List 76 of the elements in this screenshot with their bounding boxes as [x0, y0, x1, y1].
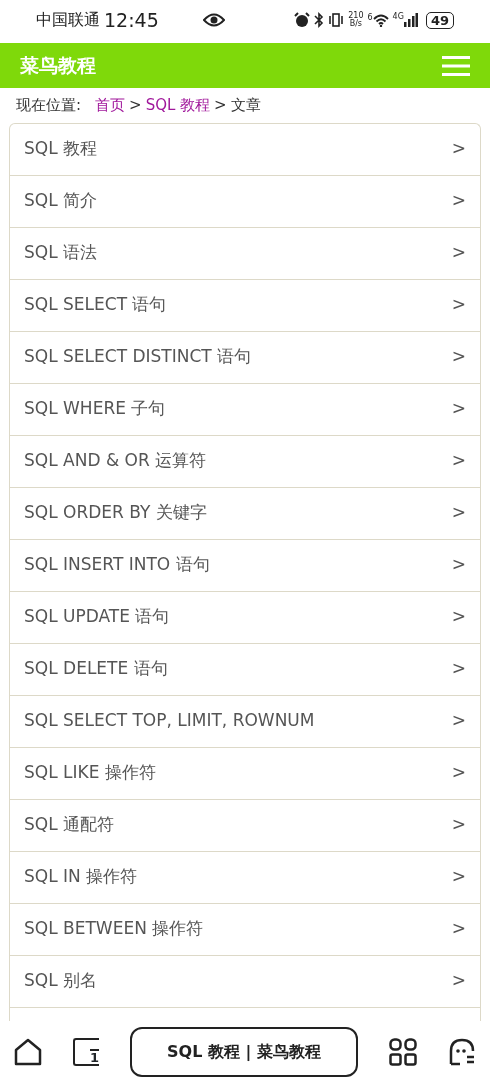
signal-icon — [403, 13, 418, 27]
clock-time: 12:45 — [104, 7, 159, 33]
chevron: > — [451, 813, 466, 837]
breadcrumb-separator: > — [129, 95, 142, 116]
chevron: > — [451, 761, 466, 785]
breadcrumb-link[interactable]: SQL 教程 — [145, 94, 211, 117]
menu-item-label: SQL SELECT TOP, LIMIT, ROWNUM — [24, 709, 315, 733]
menu-item-label: SQL 语法 — [24, 241, 98, 265]
menu-item-label: SQL LIKE 操作符 — [24, 761, 156, 785]
chevron: > — [451, 501, 466, 525]
menu-item-label: SQL IN 操作符 — [24, 865, 138, 889]
chevron: > — [451, 345, 466, 369]
menu-item[interactable]: SQL 别名 > — [10, 955, 480, 1008]
menu-item[interactable]: SQL SELECT DISTINCT 语句 > — [10, 331, 480, 384]
menu-item-label: SQL WHERE 子句 — [24, 397, 166, 421]
menu-item[interactable]: SQL WHERE 子句 > — [10, 383, 480, 436]
menu-item-label: SQL 简介 — [24, 189, 98, 213]
alarm-icon — [294, 12, 311, 28]
menu-item[interactable]: SQL SELECT 语句 > — [10, 279, 480, 332]
breadcrumb-label: 现在位置: — [16, 95, 82, 116]
chevron: > — [451, 969, 466, 993]
chevron: > — [451, 449, 466, 473]
speed-unit: B/s — [348, 20, 364, 28]
grid-icon[interactable] — [389, 1038, 417, 1066]
menu-item[interactable]: SQL 通配符 > — [10, 799, 480, 852]
menu-item-label: SQL UPDATE 语句 — [24, 605, 170, 629]
menu-item-label: SQL 通配符 — [24, 813, 115, 837]
tab-count: 1 — [89, 1049, 99, 1064]
chevron: > — [451, 657, 466, 681]
chevron: > — [451, 241, 466, 265]
menu-item[interactable]: SQL UPDATE 语句 > — [10, 591, 480, 644]
speed-value: 210 — [348, 12, 364, 20]
chevron: > — [451, 865, 466, 889]
menu-item[interactable]: SQL 简介 > — [10, 175, 480, 228]
wifi-icon — [372, 13, 389, 27]
home-icon[interactable] — [14, 1038, 42, 1066]
battery-level: 49 — [425, 11, 454, 29]
vibrate-icon — [328, 13, 345, 27]
menu-item[interactable]: SQL LIKE 操作符 > — [10, 747, 480, 800]
wifi-label: 6 — [367, 13, 373, 22]
menu-item-label: SQL AND & OR 运算符 — [24, 449, 207, 473]
chevron: > — [451, 137, 466, 161]
menu-item-label: SQL ORDER BY 关键字 — [24, 501, 207, 525]
menu-item[interactable]: SQL IN 操作符 > — [10, 851, 480, 904]
carrier-name: 中国联通 — [36, 9, 100, 31]
menu-item[interactable]: SQL AND & OR 运算符 > — [10, 435, 480, 488]
breadcrumb-link[interactable]: 首页 — [95, 94, 126, 117]
ghost-icon[interactable] — [448, 1038, 476, 1066]
chevron: > — [451, 605, 466, 629]
menu-item[interactable]: SQL INSERT INTO 语句 > — [10, 539, 480, 592]
menu-item[interactable]: SQL SELECT TOP, LIMIT, ROWNUM > — [10, 695, 480, 748]
menu-item-label: SQL BETWEEN 操作符 — [24, 917, 204, 941]
menu-item-label: SQL DELETE 语句 — [24, 657, 168, 681]
chevron: > — [451, 917, 466, 941]
tabs-button[interactable]: 1 — [73, 1038, 99, 1066]
menu-item[interactable]: SQL 教程 > — [10, 123, 480, 176]
menu-item[interactable]: SQL ORDER BY 关键字 > — [10, 487, 480, 540]
bluetooth-icon — [314, 12, 325, 28]
chevron: > — [451, 709, 466, 733]
eye-icon — [202, 13, 225, 27]
menu-item-label: SQL 别名 — [24, 969, 98, 993]
menu-item[interactable]: SQL BETWEEN 操作符 > — [10, 903, 480, 956]
breadcrumb-separator: > — [214, 95, 227, 116]
chevron: > — [451, 553, 466, 577]
chevron: > — [451, 397, 466, 421]
chevron: > — [451, 293, 466, 317]
network-type: 4G — [392, 13, 404, 21]
breadcrumb-current: 文章 — [230, 95, 261, 116]
page-title-button[interactable]: SQL 教程 | 菜鸟教程 — [130, 1027, 358, 1077]
menu-item[interactable]: SQL 语法 > — [10, 227, 480, 280]
chevron: > — [451, 189, 466, 213]
menu-item-label: SQL 教程 — [24, 137, 98, 161]
menu-item-label: SQL SELECT 语句 — [24, 293, 167, 317]
menu-item[interactable]: SQL DELETE 语句 > — [10, 643, 480, 696]
menu-item-label: SQL INSERT INTO 语句 — [24, 553, 210, 577]
menu-item-label: SQL SELECT DISTINCT 语句 — [24, 345, 252, 369]
